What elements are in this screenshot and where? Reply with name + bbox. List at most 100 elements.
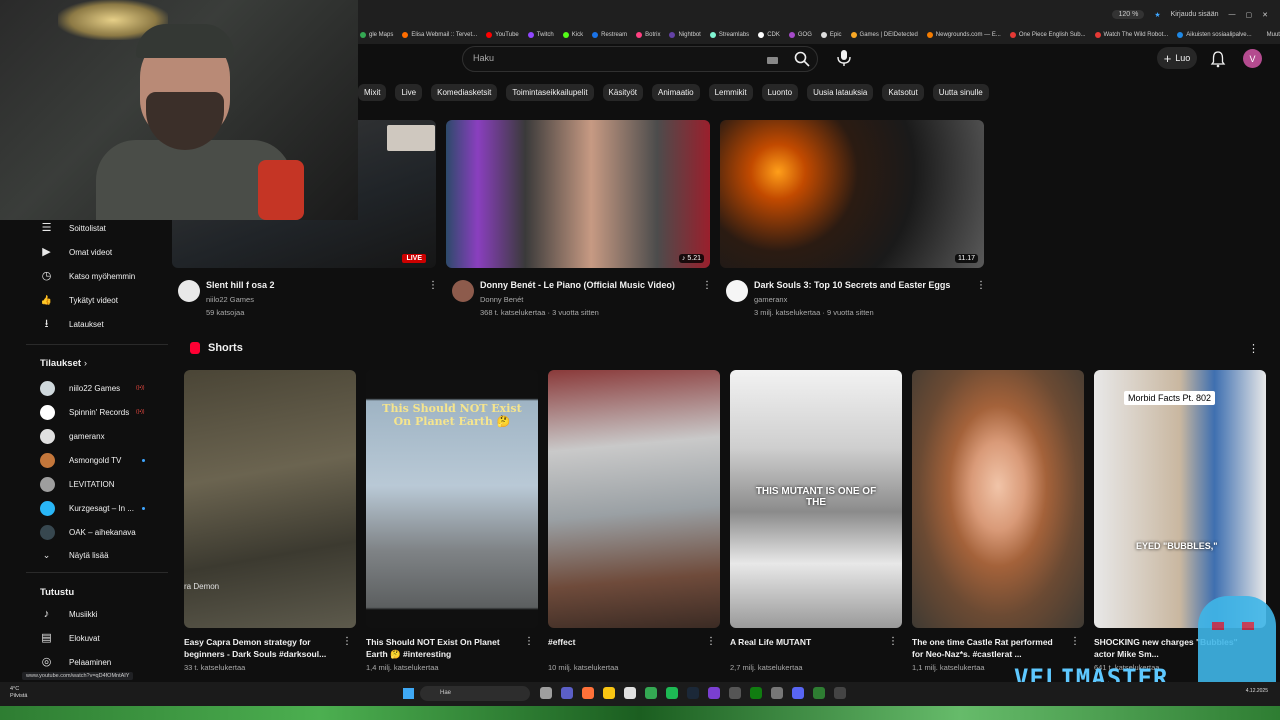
bookmark-item[interactable]: Restream xyxy=(592,29,627,41)
filter-chip[interactable]: Luonto xyxy=(761,83,799,101)
account-avatar[interactable]: V xyxy=(1243,49,1262,68)
firefox-icon[interactable] xyxy=(582,687,594,699)
search-box[interactable]: Haku xyxy=(462,46,818,72)
channel-name[interactable]: gameranx xyxy=(754,295,787,304)
zoom-indicator[interactable]: 120 % xyxy=(1112,10,1145,19)
weather-widget[interactable]: 4°C Pilvistä xyxy=(10,686,27,700)
short-thumbnail[interactable]: Morbid Facts Pt. 802 EYED "BUBBLES," xyxy=(1094,370,1266,628)
sidebar-subscriptions-header[interactable]: Tilaukset › xyxy=(26,353,168,373)
shorts-more-icon[interactable]: ⋮ xyxy=(1248,342,1259,355)
filter-chip[interactable]: Käsityöt xyxy=(602,83,644,101)
sidebar-subscription-item[interactable]: Kurzgesagt – In ... xyxy=(26,498,168,518)
bookmark-item[interactable]: Botrix xyxy=(636,29,660,41)
sidebar-subscription-item[interactable]: Asmongold TV xyxy=(26,450,168,470)
task-view-icon[interactable] xyxy=(540,687,552,699)
bookmark-item[interactable]: Newgrounds.com — E... xyxy=(926,29,1001,41)
short-title[interactable]: Easy Capra Demon strategy for beginners … xyxy=(184,636,336,660)
more-options-icon[interactable]: ⋮ xyxy=(1070,636,1080,647)
bookmark-item[interactable]: Twitch xyxy=(527,29,554,41)
spotify-icon[interactable] xyxy=(666,687,678,699)
bookmark-item[interactable]: One Piece English Sub... xyxy=(1009,29,1086,41)
steam-icon[interactable] xyxy=(687,687,699,699)
short-title[interactable]: #effect xyxy=(548,636,700,648)
bookmark-item[interactable]: Games | DEIDetected xyxy=(850,29,918,41)
channel-avatar[interactable] xyxy=(452,280,474,302)
sidebar-item-watch-later[interactable]: ◷ Katso myöhemmin xyxy=(26,266,168,286)
app-icon[interactable] xyxy=(834,687,846,699)
more-options-icon[interactable]: ⋮ xyxy=(706,636,716,647)
app-icon[interactable] xyxy=(813,687,825,699)
more-options-icon[interactable]: ⋮ xyxy=(342,636,352,647)
filter-chip[interactable]: Katsotut xyxy=(882,83,924,101)
chrome-icon[interactable] xyxy=(645,687,657,699)
microphone-icon[interactable] xyxy=(835,48,853,68)
sidebar-item-playlists[interactable]: ☰ Soittolistat xyxy=(26,218,168,238)
channel-name[interactable]: Donny Benét xyxy=(480,295,523,304)
short-thumbnail[interactable]: This Should NOT Exist On Planet Earth 🤔 xyxy=(366,370,538,628)
other-bookmarks[interactable]: Muut kirjanmerkit xyxy=(1267,29,1280,41)
windows-start-icon[interactable] xyxy=(403,688,414,699)
more-options-icon[interactable]: ⋮ xyxy=(888,636,898,647)
short-thumbnail[interactable] xyxy=(548,370,720,628)
maximize-icon[interactable]: ▢ xyxy=(1246,11,1253,19)
bookmark-item[interactable]: Streamlabs xyxy=(709,29,749,41)
channel-avatar[interactable] xyxy=(178,280,200,302)
bookmark-item[interactable]: gle Maps xyxy=(360,29,393,41)
filter-chip[interactable]: Mixit xyxy=(358,83,387,101)
taskbar-search[interactable]: Hae xyxy=(420,686,530,701)
sidebar-subscription-item[interactable]: OAK – aihekanava xyxy=(26,522,168,542)
short-thumbnail[interactable]: ra Demon xyxy=(184,370,356,628)
keyboard-icon[interactable] xyxy=(767,57,778,64)
search-icon[interactable] xyxy=(793,50,811,68)
video-thumbnail[interactable]: 11.17 xyxy=(720,120,984,268)
bookmark-item[interactable]: Elisa Webmail :: Tervet... xyxy=(402,29,477,41)
channel-avatar[interactable] xyxy=(726,280,748,302)
short-title[interactable]: This Should NOT Exist On Planet Earth 🤔 … xyxy=(366,636,518,660)
filter-chip[interactable]: Animaatio xyxy=(652,83,700,101)
xbox-icon[interactable] xyxy=(750,687,762,699)
bookmark-item[interactable]: Watch The Wild Robot... xyxy=(1094,29,1168,41)
video-title[interactable]: Slent hill f osa 2 xyxy=(206,280,416,290)
sidebar-subscription-item[interactable]: niilo22 Games ((•)) xyxy=(26,378,168,398)
close-icon[interactable]: ✕ xyxy=(1262,11,1268,19)
obs-icon[interactable] xyxy=(708,687,720,699)
filter-chip[interactable]: Uutta sinulle xyxy=(932,83,989,101)
channel-name[interactable]: niilo22 Games xyxy=(206,295,254,304)
filter-chip[interactable]: Komediasketsit xyxy=(431,83,498,101)
bookmark-item[interactable]: Epic xyxy=(820,29,842,41)
short-thumbnail[interactable] xyxy=(912,370,1084,628)
more-options-icon[interactable]: ⋮ xyxy=(976,280,986,292)
store-icon[interactable] xyxy=(624,687,636,699)
taskbar-clock[interactable]: 4.12.2025 xyxy=(1246,688,1268,694)
sidebar-item-my-videos[interactable]: ▶ Omat videot xyxy=(26,242,168,262)
filter-chip[interactable]: Live xyxy=(395,83,423,101)
filter-chip[interactable]: Toimintaseikkailupelit xyxy=(506,83,594,101)
discord-icon[interactable] xyxy=(792,687,804,699)
more-options-icon[interactable]: ⋮ xyxy=(428,280,438,292)
settings-icon[interactable] xyxy=(771,687,783,699)
bookmark-item[interactable]: Nightbot xyxy=(669,29,701,41)
create-button[interactable]: + Luo xyxy=(1157,47,1197,69)
teams-icon[interactable] xyxy=(561,687,573,699)
short-title[interactable]: The one time Castle Rat performed for Ne… xyxy=(912,636,1064,660)
signin-link[interactable]: Kirjaudu sisään xyxy=(1171,11,1219,18)
bookmark-item[interactable]: Kick xyxy=(562,29,583,41)
more-options-icon[interactable]: ⋮ xyxy=(702,280,712,292)
short-title[interactable]: A Real Life MUTANT xyxy=(730,636,882,648)
calculator-icon[interactable] xyxy=(729,687,741,699)
sidebar-item-movies[interactable]: ▤ Elokuvat xyxy=(26,628,168,648)
bookmark-item[interactable]: CDK xyxy=(758,29,780,41)
video-title[interactable]: Dark Souls 3: Top 10 Secrets and Easter … xyxy=(754,280,964,290)
notifications-bell-icon[interactable] xyxy=(1209,50,1227,68)
bookmark-item[interactable]: GOG xyxy=(788,29,812,41)
sidebar-subscription-item[interactable]: Spinnin' Records ((•)) xyxy=(26,402,168,422)
sidebar-subscription-item[interactable]: gameranx xyxy=(26,426,168,446)
bookmark-item[interactable]: YouTube xyxy=(486,29,519,41)
sidebar-subscription-item[interactable]: LEVITATION xyxy=(26,474,168,494)
more-options-icon[interactable]: ⋮ xyxy=(524,636,534,647)
video-title[interactable]: Donny Benét - Le Piano (Official Music V… xyxy=(480,280,690,290)
filter-chip[interactable]: Uusia latauksia xyxy=(807,83,874,101)
sidebar-item-music[interactable]: ♪ Musiikki xyxy=(26,604,168,624)
filter-chip[interactable]: Lemmikit xyxy=(708,83,753,101)
sidebar-item-gaming[interactable]: ◎ Pelaaminen xyxy=(26,652,168,672)
